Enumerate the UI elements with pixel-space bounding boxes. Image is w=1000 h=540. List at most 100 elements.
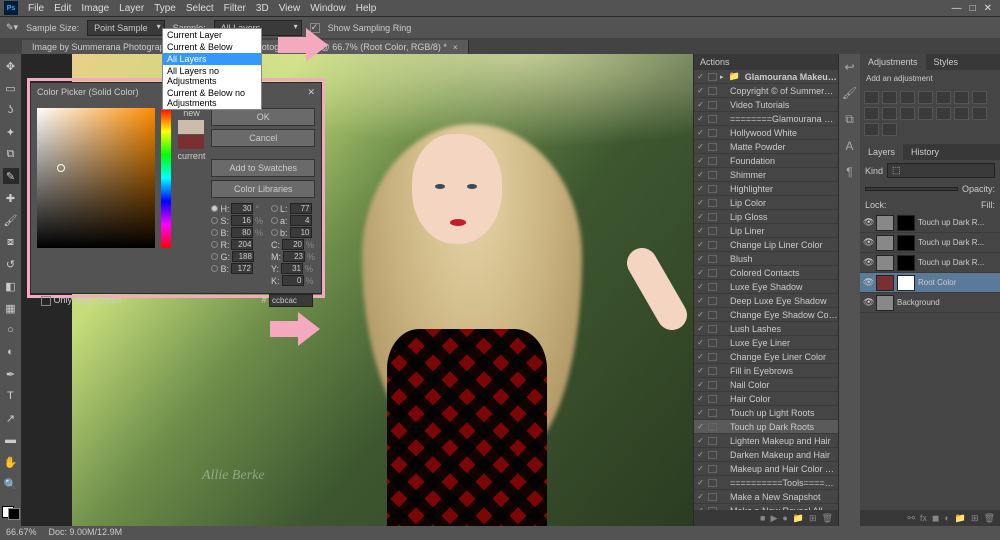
action-item[interactable]: ✓Make a New Snapshot	[694, 490, 838, 504]
clone-icon[interactable]: ⧉	[845, 112, 854, 127]
char-icon[interactable]: A	[845, 139, 853, 153]
action-item[interactable]: ✓Nail Color	[694, 378, 838, 392]
blend-mode[interactable]	[865, 187, 958, 191]
action-item[interactable]: ✓Touch up Dark Roots	[694, 420, 838, 434]
folder-icon[interactable]: 📁	[793, 513, 804, 524]
adjustments-tab[interactable]: Adjustments	[860, 54, 926, 70]
adj-icon[interactable]	[936, 107, 951, 120]
record-icon[interactable]: ●	[782, 513, 787, 523]
eraser-tool[interactable]: ◧	[3, 278, 19, 294]
layer-mask[interactable]	[897, 255, 915, 271]
r-radio[interactable]	[211, 241, 218, 248]
minimize-icon[interactable]: —	[952, 3, 962, 14]
b-input[interactable]	[290, 227, 312, 238]
layer-thumb[interactable]	[876, 295, 894, 311]
layer-mask[interactable]	[897, 235, 915, 251]
b-radio[interactable]	[271, 229, 278, 236]
adj-icon[interactable]	[864, 107, 879, 120]
cancel-button[interactable]: Cancel	[211, 129, 315, 147]
l-radio[interactable]	[271, 205, 278, 212]
adj-icon[interactable]	[882, 91, 897, 104]
link-icon[interactable]: ⚯	[907, 513, 915, 524]
adj-icon[interactable]	[936, 91, 951, 104]
action-item[interactable]: ✓Copyright © of Summerana	[694, 84, 838, 98]
layer-row[interactable]: 👁Touch up Dark R...	[860, 213, 1000, 233]
color-cursor[interactable]	[57, 164, 65, 172]
s-input[interactable]	[231, 215, 253, 226]
action-item[interactable]: ✓Hair Color	[694, 392, 838, 406]
bv-input[interactable]	[231, 227, 253, 238]
close-tab-icon[interactable]: ×	[453, 43, 458, 52]
adj-icon[interactable]	[972, 91, 987, 104]
marquee-tool[interactable]: ▭	[3, 80, 19, 96]
hand-tool[interactable]: ✋	[3, 454, 19, 470]
styles-tab[interactable]: Styles	[926, 54, 967, 70]
action-item[interactable]: ✓==========Tools===========	[694, 476, 838, 490]
action-item[interactable]: ✓Highlighter	[694, 182, 838, 196]
action-item[interactable]: ✓Change Lip Liner Color	[694, 238, 838, 252]
group-icon[interactable]: 📁	[955, 513, 966, 524]
layer-thumb[interactable]	[876, 235, 894, 251]
action-item[interactable]: ✓Colored Contacts	[694, 266, 838, 280]
y-input[interactable]	[281, 263, 303, 274]
menu-help[interactable]: Help	[356, 3, 377, 14]
zoom-tool[interactable]: 🔍	[3, 476, 19, 492]
layer-mask[interactable]	[897, 215, 915, 231]
menu-3d[interactable]: 3D	[256, 3, 269, 14]
menu-file[interactable]: File	[28, 3, 44, 14]
brush-tool[interactable]: 🖌	[3, 212, 19, 228]
action-item[interactable]: ✓Lighten Makeup and Hair	[694, 434, 838, 448]
ok-button[interactable]: OK	[211, 108, 315, 126]
para-icon[interactable]: ¶	[846, 165, 852, 179]
brush-panel-icon[interactable]: 🖌	[842, 86, 857, 100]
history-tab[interactable]: History	[903, 144, 947, 160]
bv-radio[interactable]	[211, 229, 218, 236]
action-item[interactable]: ✓Change Eye Shadow Color	[694, 308, 838, 322]
stamp-tool[interactable]: ⧇	[3, 234, 19, 250]
action-item[interactable]: ✓Fill in Eyebrows	[694, 364, 838, 378]
dd-item-all-no-adj[interactable]: All Layers no Adjustments	[163, 65, 261, 87]
action-item[interactable]: ✓Change Eye Liner Color	[694, 350, 838, 364]
layer-thumb[interactable]	[876, 275, 894, 291]
new-icon[interactable]: ⊞	[809, 513, 817, 524]
l-input[interactable]	[290, 203, 312, 214]
m-input[interactable]	[283, 251, 305, 262]
action-item[interactable]: ✓Shimmer	[694, 168, 838, 182]
action-item[interactable]: ✓Makeup and Hair Color Boost	[694, 462, 838, 476]
bb-input[interactable]	[231, 263, 253, 274]
menu-filter[interactable]: Filter	[224, 3, 246, 14]
action-item[interactable]: ✓Luxe Eye Liner	[694, 336, 838, 350]
a-input[interactable]	[290, 215, 312, 226]
add-swatches-button[interactable]: Add to Swatches	[211, 159, 315, 177]
adj-icon[interactable]	[918, 107, 933, 120]
layer-thumb[interactable]	[876, 255, 894, 271]
zoom-level[interactable]: 66.67%	[6, 527, 37, 539]
pen-tool[interactable]: ✒	[3, 366, 19, 382]
adj-icon[interactable]	[900, 107, 915, 120]
layer-row[interactable]: 👁Touch up Dark R...	[860, 233, 1000, 253]
adj-icon[interactable]	[882, 123, 897, 136]
g-radio[interactable]	[211, 253, 218, 260]
gradient-tool[interactable]: ▦	[3, 300, 19, 316]
action-item[interactable]: ✓Hollywood White	[694, 126, 838, 140]
h-radio[interactable]	[211, 205, 218, 212]
kind-filter[interactable]: ⬚	[887, 163, 995, 178]
layer-thumb[interactable]	[876, 215, 894, 231]
g-input[interactable]	[232, 251, 254, 262]
dd-item-current-below[interactable]: Current & Below	[163, 41, 261, 53]
layer-name[interactable]: Touch up Dark R...	[918, 258, 997, 267]
mask-icon[interactable]: ◼	[932, 513, 939, 524]
dd-item-cb-no-adj[interactable]: Current & Below no Adjustments	[163, 87, 261, 109]
action-item[interactable]: ✓Blush	[694, 252, 838, 266]
heal-tool[interactable]: ✚	[3, 190, 19, 206]
r-input[interactable]	[231, 239, 253, 250]
menu-type[interactable]: Type	[154, 3, 176, 14]
shape-tool[interactable]: ▬	[3, 432, 19, 448]
action-item[interactable]: ✓Deep Luxe Eye Shadow	[694, 294, 838, 308]
color-libraries-button[interactable]: Color Libraries	[211, 180, 315, 198]
action-item[interactable]: ✓Foundation	[694, 154, 838, 168]
maximize-icon[interactable]: □	[970, 3, 976, 14]
adj-icon[interactable]	[864, 123, 879, 136]
play-icon[interactable]: ▶	[770, 513, 777, 524]
action-item[interactable]: ✓Lip Liner	[694, 224, 838, 238]
